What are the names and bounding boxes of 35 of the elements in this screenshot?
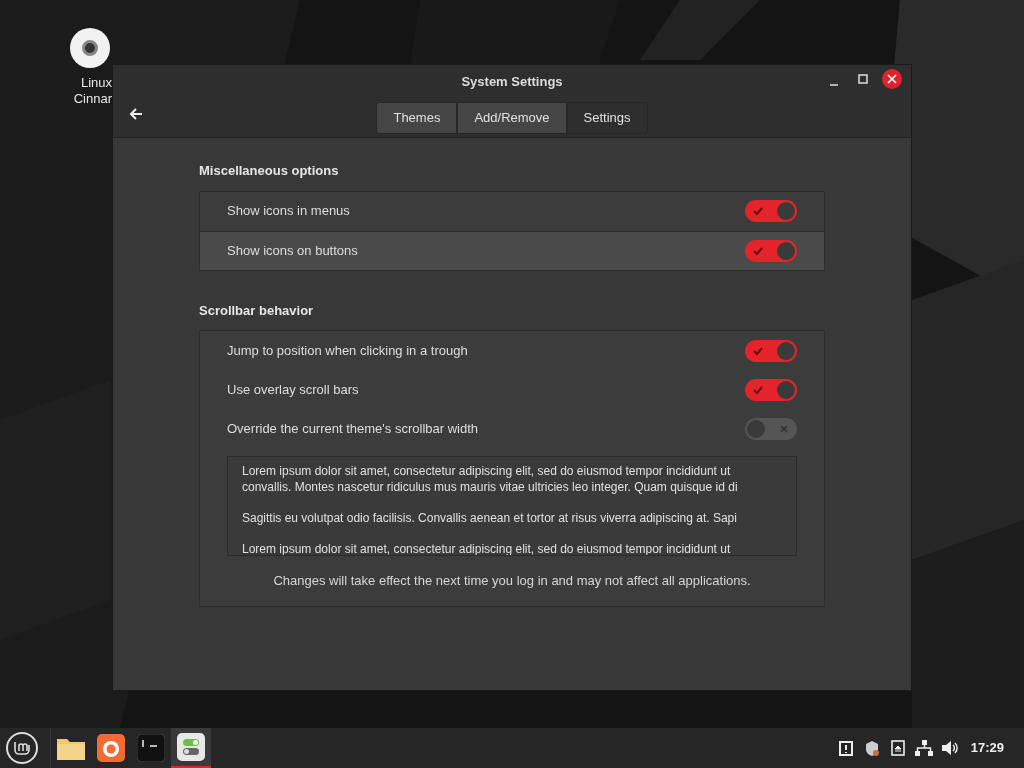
toggle-switch[interactable]: [745, 339, 797, 362]
cross-icon: [780, 424, 788, 433]
close-icon[interactable]: [887, 74, 897, 84]
text-line: Lorem ipsum dolor sit amet, consectetur adipiscing elit, sed do eiusmod tempor incididunt ut: [242, 463, 732, 479]
text-line: Sagittis eu volutpat odio facilisis. Convallis aenean et tortor at risus viverra adipiscing at. Sapi: [242, 510, 738, 526]
check-icon: [753, 206, 763, 216]
setting-label: Show icons on buttons: [227, 241, 358, 260]
icon-label: Cinnar: [73, 91, 112, 107]
icon-label: Linux: [80, 75, 112, 91]
toggle-switch[interactable]: [745, 239, 797, 262]
maximize-icon[interactable]: [856, 72, 870, 86]
menu-icon[interactable]: [6, 732, 38, 764]
close-button[interactable]: [882, 69, 902, 89]
window-title: System Settings: [461, 73, 563, 91]
setting-label: Show icons in menus: [227, 202, 350, 221]
check-icon: [753, 345, 763, 356]
setting-label: Jump to position when clicking in a trough: [227, 341, 468, 360]
setting-label: Use overlay scroll bars: [227, 380, 359, 399]
clock[interactable]: 17:29: [970, 738, 1004, 758]
check-icon: [753, 245, 763, 256]
tab[interactable]: Add/Remove: [457, 101, 567, 134]
settings-row[interactable]: Show icons on buttons: [200, 230, 824, 270]
toggle-switch[interactable]: [745, 417, 797, 440]
section-title: Scrollbar behavior: [199, 301, 315, 320]
text-line: Lorem ipsum dolor sit amet, consectetur adipiscing elit, sed do eiusmod tempor incididunt ut: [242, 541, 732, 555]
info-text: Changes will take effect the next time you log in and may not affect all applications.: [272, 572, 752, 590]
toggle-switch[interactable]: [745, 378, 797, 401]
section-title: Miscellaneous options: [199, 162, 340, 180]
check-icon: [753, 384, 763, 395]
text-line: convallis. Montes nascetur ridiculus mus mauris vitae ultricies leo integer. Quam quisque id di: [242, 479, 739, 495]
toggles-icon[interactable]: [171, 728, 211, 768]
tab[interactable]: Themes: [376, 101, 458, 134]
toggle-switch[interactable]: [745, 200, 797, 222]
tab[interactable]: Settings: [566, 101, 648, 134]
setting-label: Override the current theme's scrollbar width: [227, 419, 479, 438]
